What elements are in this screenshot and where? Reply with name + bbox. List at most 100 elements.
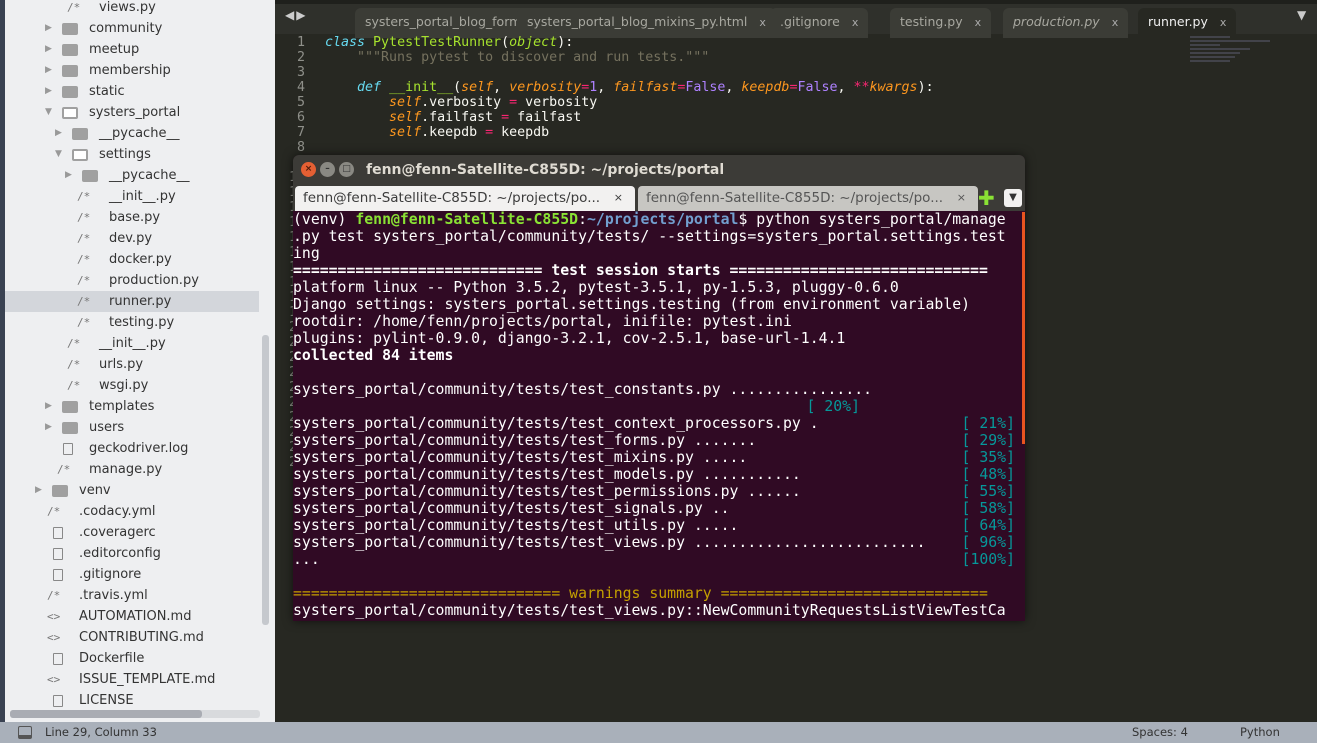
editor-tab-bar: systers_portal_blog_forms systers_portal_… [275,0,1317,38]
indentation-setting[interactable]: Spaces: 4 [1132,722,1188,743]
folder-item[interactable]: ▶ users [5,417,259,438]
code-comment-icon: /* [77,253,91,266]
file-item[interactable]: /* docker.py [5,249,259,270]
file-item[interactable]: .editorconfig [5,543,259,564]
terminal-tab-1[interactable]: fenn@fenn-Satellite-C855D: ~/projects/po… [295,186,635,211]
maximize-window-icon[interactable]: □ [339,162,354,177]
status-bar: Line 29, Column 33 Spaces: 4 Python [0,722,1317,743]
scroll-thumb[interactable] [10,710,202,718]
file-item[interactable]: /* production.py [5,270,259,291]
item-label: .travis.yml [79,588,148,603]
chevron-right-icon[interactable]: ▶ [45,417,52,438]
test-file-progress: systers_portal/community/tests/test_cons… [293,381,873,398]
folder-item[interactable]: ▼ systers_portal [5,102,259,123]
markup-icon: <> [47,610,61,623]
chevron-right-icon[interactable]: ▶ [45,81,52,102]
terminal-window[interactable]: × – □ fenn@fenn-Satellite-C855D: ~/proje… [293,155,1025,621]
file-item[interactable]: /* wsgi.py [5,375,259,396]
chevron-down-icon[interactable]: ▼ [45,102,52,123]
terminal-scrollbar[interactable] [1022,212,1025,444]
terminal-tab-2[interactable]: fenn@fenn-Satellite-C855D: ~/projects/po… [638,186,978,211]
code-comment-icon: /* [77,211,91,224]
close-tab-icon[interactable]: × [614,186,623,210]
folder-icon [82,170,98,182]
line-number: 3 [296,65,305,80]
file-item[interactable]: /* base.py [5,207,259,228]
close-tab-icon[interactable]: x [852,16,859,29]
test-result-line: systers_portal/community/tests/test_mode… [293,466,1015,483]
folder-item[interactable]: ▶ meetup [5,39,259,60]
minimize-window-icon[interactable]: – [320,162,335,177]
folder-item[interactable]: ▶ community [5,18,259,39]
tab-label: production.py [1013,14,1100,29]
item-label: Dockerfile [79,651,145,666]
markup-icon: <> [47,673,61,686]
close-tab-icon[interactable]: x [1112,16,1119,29]
code-line-6: self.failfast = failfast [389,110,582,125]
output-line: ing [293,245,320,262]
folder-item[interactable]: ▶ static [5,81,259,102]
sidebar-vertical-scrollbar[interactable] [262,335,269,625]
file-item[interactable]: <> CONTRIBUTING.md [5,627,259,648]
item-label: .gitignore [79,567,142,582]
file-item[interactable]: /* dev.py [5,228,259,249]
tab-menu-dropdown-icon[interactable]: ▼ [1297,8,1306,22]
new-tab-plus-icon[interactable]: ✚ [978,186,995,210]
folder-item[interactable]: ▼ settings [5,144,259,165]
file-item[interactable]: /* __init__.py [5,333,259,354]
test-file-progress: systers_portal/community/tests/test_view… [293,534,926,551]
chevron-right-icon[interactable]: ▶ [35,480,42,501]
close-tab-icon[interactable]: x [759,16,766,29]
tab-nav-arrows-icon[interactable]: ◀▶ [285,8,307,22]
close-tab-icon[interactable]: x [975,16,982,29]
tab-list-dropdown-icon[interactable]: ▼ [1004,189,1022,207]
document-icon [53,695,63,707]
folder-open-icon [62,107,78,119]
file-item[interactable]: /* .travis.yml [5,585,259,606]
file-item[interactable]: /* __init__.py [5,186,259,207]
folder-item[interactable]: ▶ venv [5,480,259,501]
close-window-icon[interactable]: × [301,162,316,177]
progress-percent: [100%] [961,551,1015,568]
item-label: views.py [99,0,156,15]
close-tab-icon[interactable]: × [957,186,966,210]
chevron-right-icon[interactable]: ▶ [45,18,52,39]
file-item[interactable]: /* .codacy.yml [5,501,259,522]
chevron-right-icon[interactable]: ▶ [45,60,52,81]
file-item[interactable]: geckodriver.log [5,438,259,459]
file-item[interactable]: /* views.py [5,0,259,18]
folder-item[interactable]: ▶ membership [5,60,259,81]
minimap[interactable] [1190,34,1280,94]
file-item[interactable]: <> ISSUE_TEMPLATE.md [5,669,259,690]
code-comment-icon: /* [77,316,91,329]
progress-percent: [ 64%] [961,517,1015,534]
chevron-down-icon[interactable]: ▼ [55,144,62,165]
test-file-progress: ... [293,551,320,568]
panel-toggle-icon[interactable] [18,726,32,739]
file-item[interactable]: /* runner.py [5,291,259,312]
chevron-right-icon[interactable]: ▶ [65,165,72,186]
progress-percent: [ 48%] [961,466,1015,483]
terminal-title-bar[interactable]: × – □ fenn@fenn-Satellite-C855D: ~/proje… [293,155,1025,185]
file-item[interactable]: /* urls.py [5,354,259,375]
tab-label: runner.py [1148,14,1208,29]
close-tab-icon[interactable]: x [1220,16,1227,29]
code-comment-icon: /* [77,274,91,287]
sidebar-horizontal-scrollbar[interactable] [10,710,260,718]
folder-item[interactable]: ▶ templates [5,396,259,417]
file-item[interactable]: /* testing.py [5,312,259,333]
chevron-right-icon[interactable]: ▶ [45,396,52,417]
chevron-right-icon[interactable]: ▶ [45,39,52,60]
chevron-right-icon[interactable]: ▶ [55,123,62,144]
folder-item[interactable]: ▶ __pycache__ [5,123,259,144]
file-item[interactable]: .gitignore [5,564,259,585]
file-item[interactable]: .coveragerc [5,522,259,543]
folder-item[interactable]: ▶ __pycache__ [5,165,259,186]
file-item[interactable]: <> AUTOMATION.md [5,606,259,627]
file-item[interactable]: LICENSE [5,690,259,711]
terminal-output[interactable]: (venv) fenn@fenn-Satellite-C855D:~/proje… [293,211,1015,619]
file-item[interactable]: /* manage.py [5,459,259,480]
file-item[interactable]: Dockerfile [5,648,259,669]
test-file-progress: systers_portal/community/tests/test_util… [293,517,739,534]
syntax-selector[interactable]: Python [1240,722,1280,743]
